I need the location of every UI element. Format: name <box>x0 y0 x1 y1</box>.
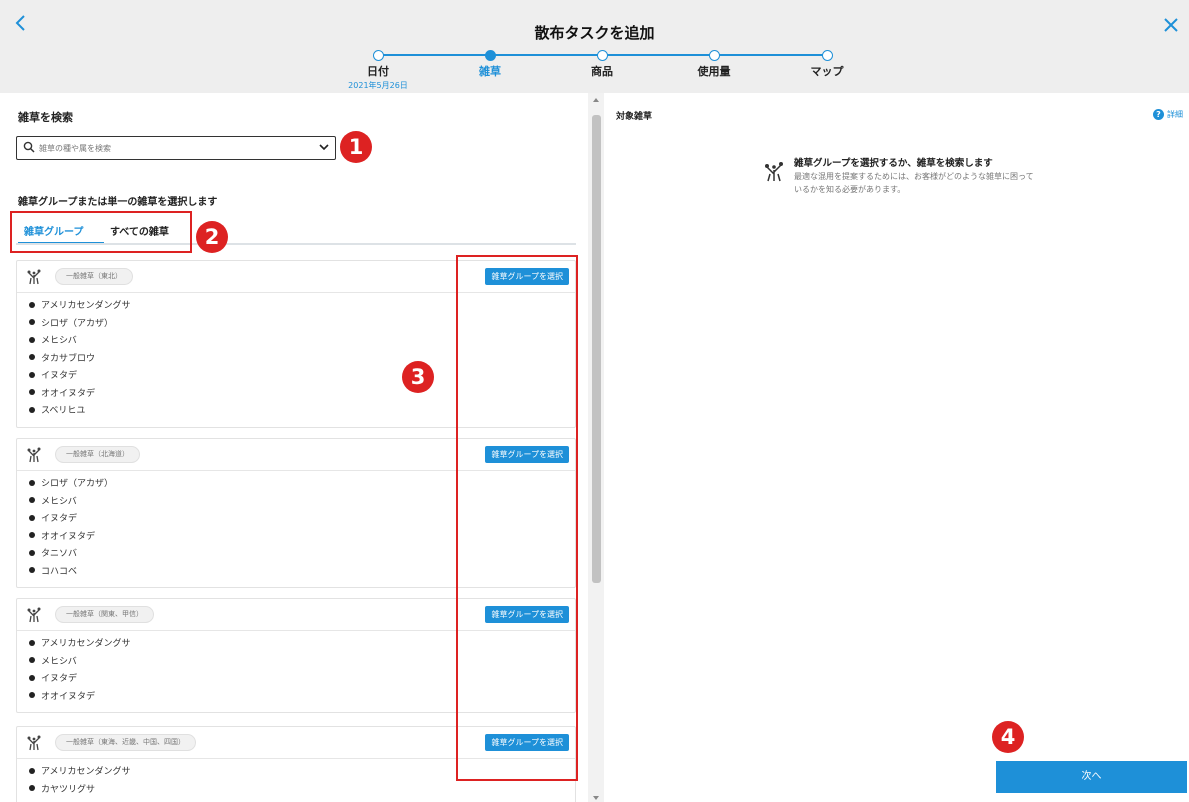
step-dot <box>372 50 384 61</box>
bullet-icon <box>29 785 35 791</box>
step-label: 日付 <box>367 65 389 78</box>
annotation-badge-1: 1 <box>340 131 372 163</box>
annotation-badge-4: 4 <box>992 721 1024 753</box>
bullet-icon <box>29 319 35 325</box>
header-bar: 散布タスクを追加 日付 2021年5月26日 雑草 商品 使用量 マップ <box>0 0 1189 93</box>
step-weeds[interactable]: 雑草 <box>450 50 530 79</box>
bullet-icon <box>29 692 35 698</box>
bullet-icon <box>29 532 35 538</box>
weed-selection-panel: 雑草を検索 1 雑草グループまたは単一の雑草を選択します 雑草グループ すべての… <box>0 93 588 802</box>
bullet-icon <box>29 371 35 378</box>
bullet-icon <box>29 497 35 503</box>
weed-icon <box>27 735 41 751</box>
bullet-icon <box>29 354 35 360</box>
search-heading: 雑草を検索 <box>18 111 73 124</box>
bullet-icon <box>29 389 35 395</box>
bullet-icon <box>29 639 35 646</box>
step-dot <box>821 50 833 61</box>
annotation-badge-2: 2 <box>196 221 228 253</box>
bullet-icon <box>29 406 35 413</box>
step-label: 雑草 <box>479 65 501 78</box>
page-title: 散布タスクを追加 <box>534 24 655 42</box>
help-icon: ? <box>1153 109 1164 120</box>
step-map[interactable]: マップ <box>787 50 867 79</box>
bullet-icon <box>29 514 35 521</box>
bullet-icon <box>29 567 35 573</box>
annotation-badge-3: 3 <box>402 361 434 393</box>
details-link[interactable]: ? 詳細 <box>1153 109 1183 120</box>
bullet-icon <box>29 767 35 774</box>
step-date[interactable]: 日付 2021年5月26日 <box>338 50 418 91</box>
annotation-frame-3 <box>456 255 578 781</box>
bullet-icon <box>29 336 35 343</box>
search-input[interactable] <box>39 139 309 157</box>
select-heading: 雑草グループまたは単一の雑草を選択します <box>18 197 218 208</box>
group-name-chip: 一般雑草（北海道） <box>55 446 140 463</box>
weed-icon <box>27 607 41 623</box>
group-name-chip: 一般雑草（関東、甲信） <box>55 606 154 623</box>
scroll-up-icon[interactable] <box>593 98 599 102</box>
bullet-icon <box>29 657 35 663</box>
empty-state-description: 最適な混用を提案するためには、お客様がどのような雑草に困っているかを知る必要があ… <box>794 172 1034 194</box>
step-label: 使用量 <box>697 65 731 78</box>
scroll-thumb[interactable] <box>592 115 601 583</box>
search-icon <box>23 141 35 153</box>
weed-search-field[interactable] <box>16 136 336 160</box>
step-dot <box>596 50 608 61</box>
weed-icon <box>27 269 41 285</box>
close-button[interactable] <box>1163 16 1179 38</box>
left-panel-scrollbar[interactable] <box>588 93 604 802</box>
bullet-icon <box>29 549 35 556</box>
group-name-chip: 一般雑草（東海、近畿、中国、四国） <box>55 734 196 751</box>
step-label: 商品 <box>591 65 613 78</box>
scroll-down-icon[interactable] <box>593 796 599 800</box>
annotation-frame-2 <box>10 211 192 253</box>
progress-stepper: 日付 2021年5月26日 雑草 商品 使用量 マップ <box>348 50 844 90</box>
chevron-down-icon <box>319 144 329 151</box>
target-weeds-panel: 対象雑草 ? 詳細 雑草グループを選択するか、雑草を検索します 最適な混用を提案す… <box>604 93 1189 802</box>
step-label: マップ <box>810 65 844 78</box>
group-name-chip: 一般雑草（東北） <box>55 268 133 285</box>
bullet-icon <box>29 301 35 308</box>
step-usage[interactable]: 使用量 <box>674 50 754 79</box>
bullet-icon <box>29 674 35 681</box>
step-date-value: 2021年5月26日 <box>348 81 408 90</box>
bullet-icon <box>29 479 35 486</box>
step-dot-active <box>484 50 496 61</box>
weed-icon <box>765 162 783 182</box>
target-weeds-heading: 対象雑草 <box>616 112 653 122</box>
step-products[interactable]: 商品 <box>562 50 642 79</box>
close-icon <box>1164 18 1178 32</box>
empty-state-title: 雑草グループを選択するか、雑草を検索します <box>794 158 993 169</box>
step-dot <box>708 50 720 61</box>
weed-icon <box>27 447 41 463</box>
next-button[interactable]: 次へ <box>996 761 1187 793</box>
list-item: カヤツリグサ <box>29 782 575 800</box>
